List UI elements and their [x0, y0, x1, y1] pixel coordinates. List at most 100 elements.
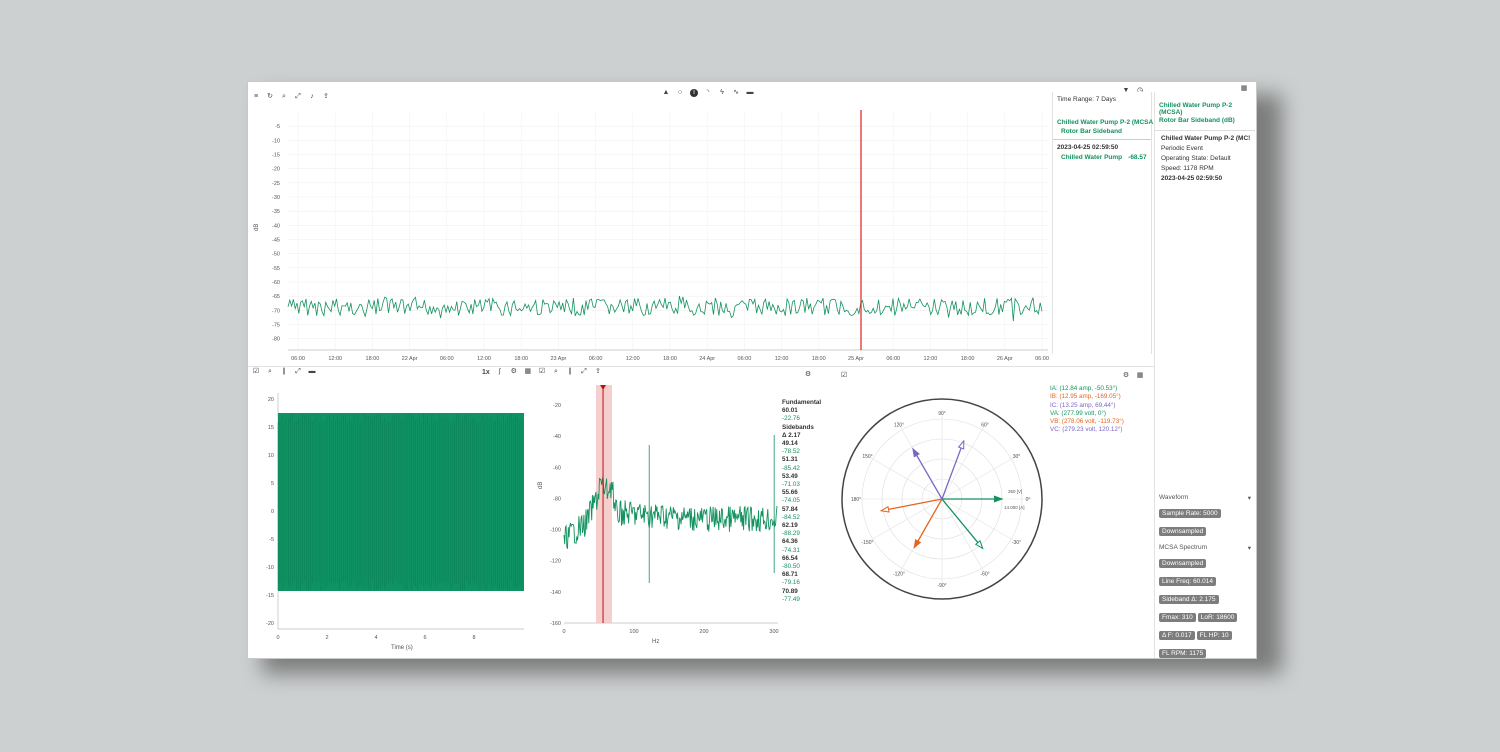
export-icon[interactable]: ⇪ — [594, 368, 602, 376]
x-axis-label: Time (s) — [391, 645, 413, 651]
comment-icon[interactable]: ○ — [676, 89, 684, 97]
wave-icon[interactable]: ∿ — [732, 89, 740, 97]
settings-icon[interactable]: ⚙ — [804, 371, 812, 379]
sideband-amp: -79.16 — [782, 579, 800, 587]
x-tick-label: 2 — [325, 635, 328, 641]
waveform-chart[interactable]: 20 15 10 5 0 -5 -10 -15 -20 0 2 4 6 8 Time (s) — [248, 379, 534, 658]
x-tick-label: 18:00 — [514, 356, 528, 362]
sideband-freq: 57.84 — [782, 505, 798, 513]
refresh-icon[interactable]: ↻ — [266, 93, 274, 101]
section-header[interactable]: MCSA Spectrum ▾ — [1159, 544, 1251, 552]
fit-icon[interactable]: ⤢ — [294, 93, 302, 101]
y-tick-label: -80 — [272, 337, 280, 343]
y-tick-label: 20 — [268, 397, 274, 403]
spectrum-chart[interactable]: dB -20 -40 -60 -80 -100 -120 -140 -1600 100 200 300… — [534, 379, 780, 658]
grid-icon[interactable]: ▦ — [1136, 372, 1144, 380]
settings-icon[interactable]: ⚙ — [1122, 372, 1130, 380]
waveform-toolbar: ☑ ⌕ ∥ ⤢ ▬ — [252, 365, 316, 379]
phasor-angle-label: 90° — [938, 411, 946, 417]
phasor-toolbar: ☑ — [840, 369, 848, 383]
more-icon[interactable]: ▬ — [746, 89, 754, 97]
series-subname[interactable]: Rotor Bar Sideband — [1061, 128, 1151, 135]
sidebands-title: Sidebands — [782, 423, 814, 431]
y-tick-label: 0 — [271, 509, 274, 515]
x-tick-label: 8 — [472, 635, 475, 641]
checkbox-icon[interactable]: ☑ — [538, 368, 546, 376]
integrate-icon[interactable]: ∫ — [496, 368, 504, 376]
menu-icon[interactable]: ≡ — [252, 93, 260, 101]
chevron-down-icon[interactable]: ▾ — [1248, 494, 1251, 502]
chip-row: Sideband Δ: 2.175 — [1159, 588, 1251, 606]
sideband-amp: -80.50 — [782, 563, 800, 571]
x-tick-label: 22 Apr — [402, 356, 418, 362]
operating-state: Operating State: Default — [1161, 155, 1231, 162]
vc-label: VC: (279.23 volt, 120.12°) — [1050, 426, 1123, 434]
trend-legend: Time Range: 7 Days Chilled Water Pump P-… — [1052, 92, 1153, 354]
parameter-chip: Δ F: 0.017 — [1159, 631, 1195, 640]
phasor-legend: IA: (12.84 amp, -50.53°) IB: (12.95 amp,… — [1050, 385, 1124, 435]
ia-phasor — [941, 498, 984, 549]
parameter-sections: Waveform ▾ Sample Rate: 5000 Downsampled MCS… — [1159, 488, 1251, 658]
phasor-angle-label: -30° — [1012, 540, 1021, 546]
settings-icon[interactable]: ⚙ — [510, 368, 518, 376]
y-tick-label: -35 — [272, 209, 280, 215]
rss-icon[interactable]: ◝ — [704, 89, 712, 97]
y-tick-label: -40 — [272, 223, 280, 229]
x-tick-label: 26 Apr — [997, 356, 1013, 362]
phasor-angle-label: 0° — [1026, 497, 1031, 503]
grid-icon[interactable]: ▦ — [524, 368, 532, 376]
x-tick-label: 25 Apr — [848, 356, 864, 362]
pause-icon[interactable]: ∥ — [280, 368, 288, 376]
info-icon[interactable]: i — [690, 89, 698, 97]
bell-icon[interactable]: ♪ — [308, 93, 316, 101]
section-header[interactable]: Waveform ▾ — [1159, 494, 1251, 502]
event-toolbar: ▲ ○ i ◝ ϟ ∿ ▬ — [662, 86, 754, 100]
fit-icon[interactable]: ⤢ — [580, 368, 588, 376]
zoom-icon[interactable]: ⌕ — [266, 368, 274, 376]
alarm-icon[interactable]: ▲ — [662, 89, 670, 97]
zoom-icon[interactable]: ⌕ — [280, 93, 288, 101]
fundamental-amp: -22.76 — [782, 415, 800, 423]
speed-label[interactable]: 1x — [482, 369, 490, 376]
y-tick-label: -30 — [272, 195, 280, 201]
trend-series-line — [287, 295, 1043, 322]
checkbox-icon[interactable]: ☑ — [252, 368, 260, 376]
spectrum-line — [563, 475, 778, 549]
sideband-freq: 49.14 — [782, 440, 798, 448]
y-tick-label: -160 — [550, 621, 561, 627]
more-icon[interactable]: ▬ — [308, 368, 316, 376]
spectrum-panel: ☑ ⌕ ∥ ⤢ ⇪ ⚙ dB -20 -40 -60 -80 -100 -120 -140 -1… — [534, 366, 835, 658]
section-title: Waveform — [1159, 494, 1189, 501]
pause-icon[interactable]: ∥ — [566, 368, 574, 376]
y-tick-label: -120 — [550, 559, 561, 565]
sideband-amp: -77.49 — [782, 595, 800, 603]
phasor-diagram[interactable]: 90° 60° 30° 0° -30° -60° -90° -120° -150° 180° 150… — [834, 387, 1048, 607]
x-tick-label: 24 Apr — [699, 356, 715, 362]
spectrum-right-toolbar: ⚙ — [804, 368, 812, 382]
series-name[interactable]: Chilled Water Pump P-2 (MCSA — [1057, 119, 1153, 126]
x-tick-label: 18:00 — [663, 356, 677, 362]
export-icon[interactable]: ⇪ — [322, 93, 330, 101]
flash-icon[interactable]: ϟ — [718, 89, 726, 97]
zoom-icon[interactable]: ⌕ — [552, 368, 560, 376]
phasor-angle-label: -60° — [980, 571, 989, 577]
checkbox-icon[interactable]: ☑ — [840, 372, 848, 380]
trend-chart[interactable]: dB -5 -10 -15 -20 -25 -30 -35 -40 -45 -50 -55 -60 -65… — [248, 102, 1054, 364]
speed: Speed: 1178 RPM — [1161, 165, 1214, 172]
parameter-chip: Downsampled — [1159, 527, 1207, 536]
asset-name[interactable]: Chilled Water Pump P-2 — [1159, 102, 1255, 109]
chevron-down-icon[interactable]: ▾ — [1248, 544, 1251, 552]
y-tick-label: 5 — [271, 481, 274, 487]
cursor-value-row: Chilled Water Pump -68.57 — [1061, 154, 1151, 161]
x-tick-label: 06:00 — [291, 356, 305, 362]
ib-phasor — [881, 498, 943, 512]
fit-icon[interactable]: ⤢ — [294, 368, 302, 376]
spectrum-legend: Fundamental 60.01 -22.76 Sidebands Δ 2.1… — [782, 399, 834, 604]
waveform-panel: ☑ ⌕ ∥ ⤢ ▬ 1x ∫ ⚙ ▦ 20 15 10 5 0 -5 -10 -15 -20 0 2… — [248, 366, 535, 658]
y-tick-label: -5 — [275, 124, 280, 130]
cursor-value: -68.57 — [1128, 154, 1147, 161]
app-window: ≡ ↻ ⌕ ⤢ ♪ ⇪ ▲ ○ i ◝ ϟ ∿ ▬ ▼ ◷ ▦ dB -5 -10-… — [248, 82, 1256, 658]
ic-label: IC: (13.25 amp, 69.44°) — [1050, 401, 1116, 409]
parameter-chip: Sideband Δ: 2.175 — [1159, 595, 1219, 604]
sideband-amp: -78.52 — [782, 448, 800, 456]
